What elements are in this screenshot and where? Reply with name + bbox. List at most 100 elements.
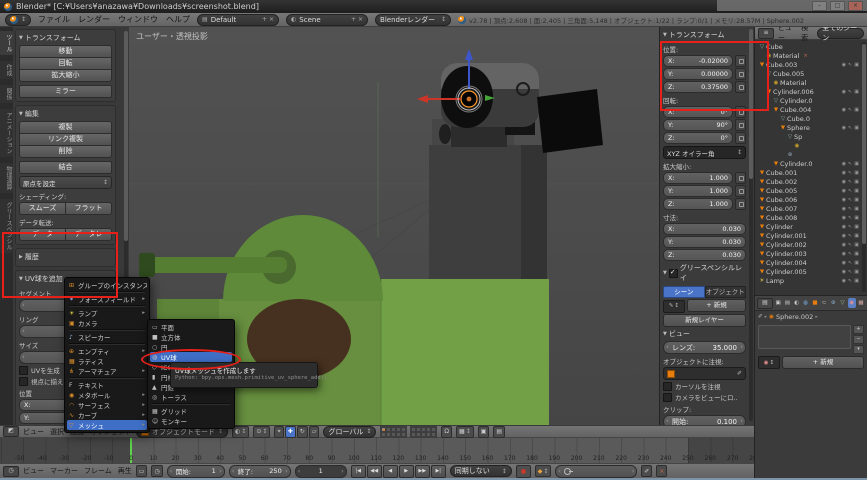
minimize-icon[interactable]: – xyxy=(812,1,827,11)
gp-tab-1[interactable]: オブジェクト xyxy=(705,286,747,298)
data-transfer-button[interactable]: データ xyxy=(19,228,65,241)
frame-end-field[interactable]: 終了:250 xyxy=(229,465,291,478)
outliner-row-Cylinder.0[interactable]: ▽Cylinder.0 xyxy=(755,96,867,105)
outliner-row-Cylinder.006[interactable]: ▼Cylinder.006◉↖▣ xyxy=(755,87,867,96)
select-icon[interactable]: ↖ xyxy=(848,107,852,113)
delete-keyframe-button[interactable]: × xyxy=(656,465,667,477)
outliner-row-modifier[interactable]: ⊛ xyxy=(755,150,867,159)
render-icon[interactable]: ▣ xyxy=(854,188,859,194)
panel-header-edit[interactable]: ▼編集 xyxy=(19,108,112,121)
select-icon[interactable]: ↖ xyxy=(848,161,852,167)
render-icon[interactable]: ▣ xyxy=(854,242,859,248)
lock-icon[interactable] xyxy=(735,198,746,210)
select-icon[interactable]: ↖ xyxy=(848,62,852,68)
render-icon[interactable]: ▣ xyxy=(854,269,859,275)
sync-dropdown[interactable]: 同期しない↕ xyxy=(450,465,512,477)
outliner-row-material[interactable]: ◉ xyxy=(755,141,867,150)
eye-icon[interactable]: ◉ xyxy=(842,260,846,266)
play-button[interactable]: ▶ xyxy=(399,465,414,478)
outliner-scrollbar[interactable] xyxy=(862,42,866,292)
toolshelf-tab-2[interactable]: 関係 xyxy=(0,85,13,103)
panel-header-history[interactable]: ▶履歴 xyxy=(19,251,112,264)
duplicate-button[interactable]: 複製 xyxy=(19,121,112,133)
shade-smooth-button[interactable]: スムーズ xyxy=(19,202,65,215)
outliner-row-Cube.005[interactable]: ▼Cube.005◉↖▣ xyxy=(755,186,867,195)
delete-button[interactable]: 削除 xyxy=(19,145,112,158)
add-menu-item-text[interactable]: Fテキスト xyxy=(67,380,147,390)
outliner-row-Cube.005[interactable]: ▽Cube.005 xyxy=(755,69,867,78)
properties-tab-render-layers[interactable]: ▤ xyxy=(783,298,791,308)
material-slot-list[interactable] xyxy=(758,325,851,349)
outliner-row-Cylinder.0[interactable]: ▼Cylinder.0◉↖▣ xyxy=(755,159,867,168)
add-menu-item-curve[interactable]: ∿カーブ▸ xyxy=(67,410,147,420)
panel-header-view[interactable]: ▼ビュー xyxy=(663,328,746,341)
add-menu-item-force-field[interactable]: ✶フォースフィールド▸ xyxy=(67,294,147,304)
eye-icon[interactable]: ◉ xyxy=(842,107,846,113)
mesh-submenu-item-plane[interactable]: ▭平面 xyxy=(150,322,232,332)
add-menu-item-armature[interactable]: ⋔アーマチュア▸ xyxy=(67,366,147,376)
outliner-menu-0[interactable]: ビュー xyxy=(778,27,796,43)
toolshelf-tab-0[interactable]: ツール xyxy=(0,31,13,55)
npanel-scrollbar[interactable] xyxy=(749,29,753,421)
outliner-row-Cube.006[interactable]: ▼Cube.006◉↖▣ xyxy=(755,195,867,204)
eye-icon[interactable]: ◉ xyxy=(842,179,846,185)
panel-header-grease-pencil[interactable]: ▼グリースペンシルレイ xyxy=(663,262,746,285)
snap-element-dropdown[interactable]: ▦↕ xyxy=(456,426,474,438)
topbar-menu-1[interactable]: レンダー xyxy=(78,14,110,25)
gp-new-button[interactable]: + 新規 xyxy=(687,299,746,312)
mesh-submenu-item-torus[interactable]: ◎トーラス xyxy=(150,392,232,402)
select-icon[interactable]: ↖ xyxy=(848,89,852,95)
outliner-row-Cube.002[interactable]: ▼Cube.002◉↖▣ xyxy=(755,177,867,186)
render-icon[interactable]: ▣ xyxy=(854,170,859,176)
properties-tab-modifiers[interactable]: ⊛ xyxy=(829,298,837,308)
remove-slot-button[interactable]: − xyxy=(853,335,864,344)
dimensions-z-field[interactable]: Z:0.030 xyxy=(663,249,746,261)
outliner-row-Cube.008[interactable]: ▼Cube.008◉↖▣ xyxy=(755,213,867,222)
render-icon[interactable]: ▣ xyxy=(854,224,859,230)
select-icon[interactable]: ↖ xyxy=(848,233,852,239)
render-opengl-image-button[interactable]: ▣ xyxy=(478,426,490,438)
properties-tab-constraints[interactable]: ⊂ xyxy=(820,298,828,308)
render-icon[interactable]: ▣ xyxy=(854,233,859,239)
eye-icon[interactable]: ◉ xyxy=(842,188,846,194)
eye-icon[interactable]: ◉ xyxy=(842,233,846,239)
timeline-menu-1[interactable]: マーカー xyxy=(50,466,78,476)
outliner-row-Cylinder.002[interactable]: ▼Cylinder.002◉↖▣ xyxy=(755,240,867,249)
outliner-row-Cube.007[interactable]: ▼Cube.007◉↖▣ xyxy=(755,204,867,213)
frame-history-button[interactable]: ◷ xyxy=(151,465,162,477)
lock-icon[interactable] xyxy=(735,55,746,67)
lock-icon[interactable] xyxy=(735,106,746,118)
properties-tab-object[interactable]: ■ xyxy=(811,298,819,308)
jump-to-prev-keyframe-button[interactable]: ◀◀ xyxy=(367,465,382,478)
layers-widget[interactable] xyxy=(380,426,437,438)
close-icon[interactable]: × xyxy=(848,1,863,11)
render-opengl-anim-button[interactable]: ▤ xyxy=(493,426,505,438)
render-icon[interactable]: ▣ xyxy=(854,62,859,68)
properties-tab-render[interactable]: ▣ xyxy=(774,298,782,308)
outliner-row-Sp[interactable]: ▽Sp xyxy=(755,132,867,141)
select-icon[interactable]: ↖ xyxy=(848,260,852,266)
unlink-icon[interactable]: × xyxy=(803,53,808,59)
screen-layout-selector[interactable]: ▤Default+× xyxy=(197,14,279,26)
render-icon[interactable]: ▣ xyxy=(854,260,859,266)
panel-header-transform[interactable]: ▼トランスフォーム xyxy=(19,32,112,45)
clip-start-slider[interactable]: 開始:0.100 xyxy=(663,415,746,425)
editor-type-button[interactable]: ↕ xyxy=(5,14,31,26)
manipulator-rotate-button[interactable]: ↻ xyxy=(297,426,308,438)
properties-editor-icon[interactable]: ▤ xyxy=(757,298,773,309)
frame-start-field[interactable]: 開始:1 xyxy=(167,465,225,478)
jump-to-end-button[interactable]: ▶| xyxy=(431,465,446,478)
render-engine-selector[interactable]: Blenderレンダー↕ xyxy=(375,14,451,26)
outliner-row-Cube.0[interactable]: ▽Cube.0 xyxy=(755,114,867,123)
lock-icon[interactable] xyxy=(735,132,746,144)
properties-tab-material[interactable]: ◉ xyxy=(848,298,856,308)
outliner-row-Cylinder.004[interactable]: ▼Cylinder.004◉↖▣ xyxy=(755,258,867,267)
rotate-button[interactable]: 回転 xyxy=(19,57,112,69)
rotation-z-field[interactable]: Z:0° xyxy=(663,132,733,144)
properties-tab-scene[interactable]: ◐ xyxy=(792,298,800,308)
timeline-strip[interactable]: -50-40-30-20-100102030405060708090100110… xyxy=(0,438,754,463)
slot-specials-button[interactable]: ▾ xyxy=(853,345,864,354)
mirror-button[interactable]: ミラー xyxy=(19,85,112,98)
layer-cell[interactable] xyxy=(401,432,406,437)
new-material-button[interactable]: + 新規 xyxy=(782,356,864,369)
